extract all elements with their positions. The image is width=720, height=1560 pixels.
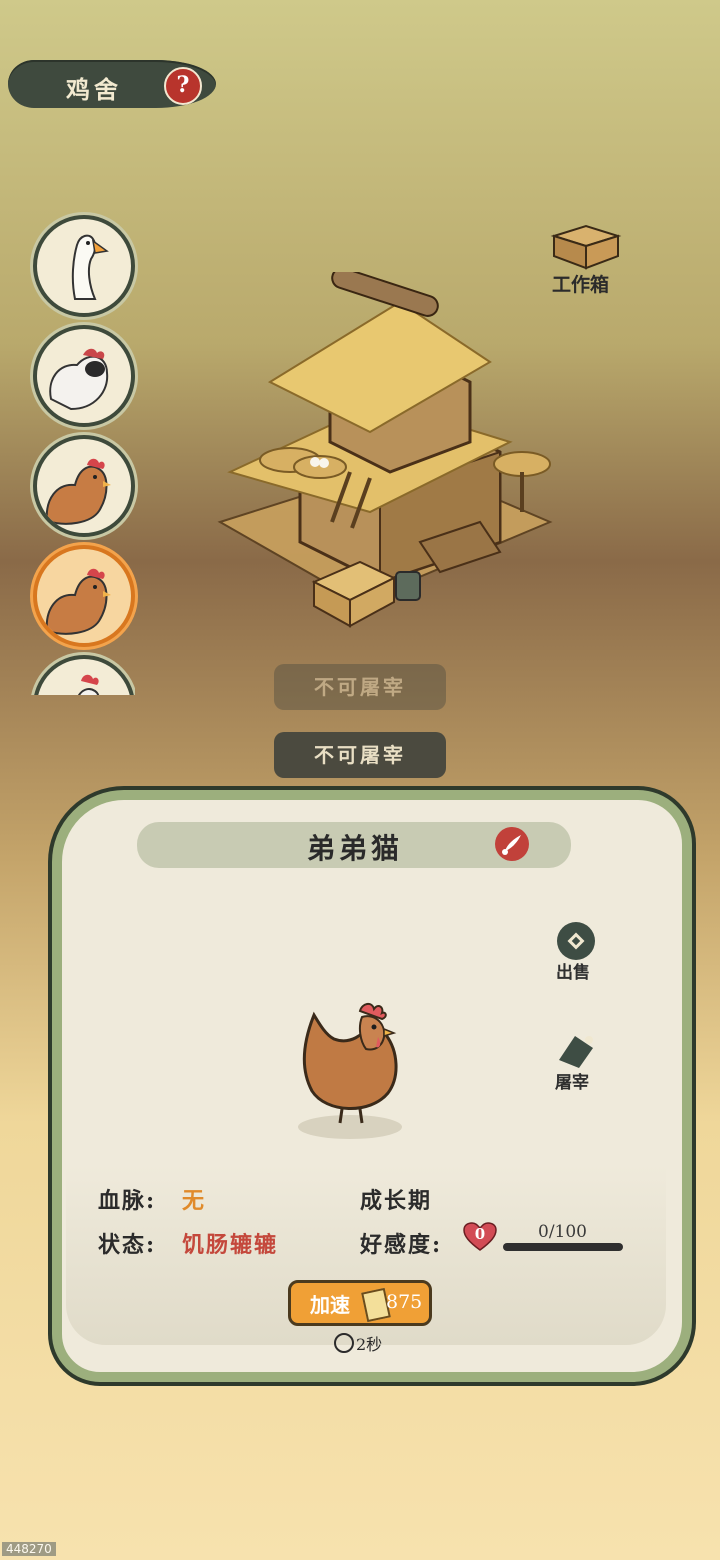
- cleaver-icon[interactable]: [553, 1030, 599, 1070]
- workbox-icon[interactable]: [550, 222, 622, 270]
- page-title: 鸡舍: [66, 75, 122, 104]
- user-id: 448270: [2, 1542, 56, 1556]
- animal-slot-rooster[interactable]: [33, 655, 135, 695]
- favor-progress-text: 0/100: [538, 1222, 587, 1242]
- speedup-time: 2秒: [356, 1335, 383, 1354]
- bloodline-value: 无: [182, 1188, 205, 1214]
- help-icon[interactable]: ?: [164, 67, 202, 105]
- status-label: 状态:: [98, 1232, 157, 1258]
- rename-brush-icon[interactable]: [495, 827, 529, 861]
- slaughter-label[interactable]: 屠宰: [555, 1068, 589, 1093]
- hen-icon: [45, 458, 111, 525]
- favor-level: 0: [474, 1225, 486, 1243]
- animal-slot-hen[interactable]: [33, 435, 135, 537]
- favor-label: 好感度:: [360, 1232, 443, 1258]
- speedup-label: 加速: [310, 1293, 350, 1317]
- hen-icon: [45, 568, 111, 635]
- growth-stage: 成长期: [360, 1188, 433, 1214]
- animal-name: 弟弟猫: [306, 832, 403, 865]
- favor-progress-bar: [503, 1243, 623, 1251]
- animal-slot-hen-selected[interactable]: [33, 545, 135, 647]
- slaughter-disabled-button-faded[interactable]: 不可屠宰: [274, 664, 446, 710]
- bloodline-label: 血脉:: [98, 1188, 157, 1214]
- slaughter-disabled-button[interactable]: 不可屠宰: [274, 732, 446, 778]
- animal-slot-silkie[interactable]: [33, 325, 135, 427]
- goose-icon: [71, 234, 109, 300]
- sell-coin-icon[interactable]: [557, 922, 595, 960]
- sell-label[interactable]: 出售: [556, 958, 590, 983]
- hen-portrait: [298, 1003, 402, 1139]
- animal-slot-goose[interactable]: [33, 215, 135, 317]
- clock-icon: [334, 1333, 354, 1353]
- rooster-icon: [77, 674, 100, 695]
- speedup-cost: 875: [386, 1291, 423, 1313]
- silkie-icon: [49, 348, 109, 411]
- chicken-coop-building[interactable]: [210, 272, 570, 642]
- status-value: 饥肠辘辘: [182, 1232, 279, 1258]
- animal-slot-partial[interactable]: [25, 645, 135, 695]
